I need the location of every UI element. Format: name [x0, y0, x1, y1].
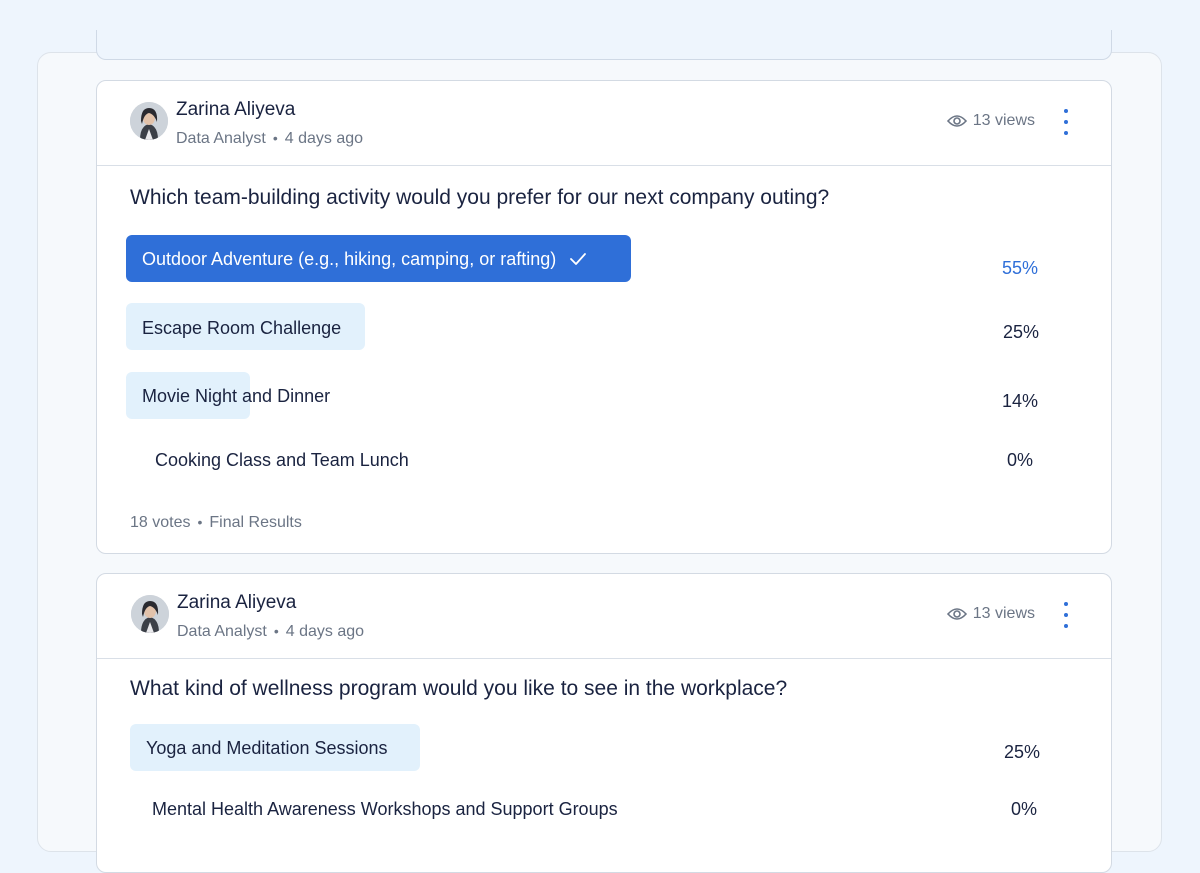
avatar-image — [131, 595, 169, 633]
separator-dot: • — [273, 623, 279, 639]
author-name[interactable]: Zarina Aliyeva — [177, 592, 296, 614]
author-role: Data Analyst — [176, 130, 266, 147]
option-percent: 14% — [1002, 391, 1039, 411]
poll-footer: 18 votes • Final Results — [130, 514, 302, 532]
poll-card-header: Zarina Aliyeva Data Analyst • 4 days ago 1… — [97, 574, 1111, 659]
avatar-image — [130, 102, 168, 140]
option-percent: 0% — [1011, 799, 1038, 819]
kebab-menu-icon[interactable] — [1059, 109, 1073, 135]
checkmark-icon — [570, 253, 587, 265]
view-count: 13 views — [946, 112, 1035, 130]
poll-option-label: Escape Room Challenge — [142, 318, 342, 338]
poll-status: Final Results — [209, 514, 302, 531]
poll-question: What kind of wellness program would you … — [130, 677, 788, 700]
option-percent: 25% — [1003, 322, 1040, 342]
view-count: 13 views — [946, 605, 1035, 623]
eye-icon — [946, 115, 967, 127]
separator-dot: • — [197, 514, 203, 530]
avatar[interactable] — [130, 102, 168, 140]
view-count-label: 13 views — [972, 112, 1035, 129]
post-meta: Data Analyst • 4 days ago — [176, 130, 363, 148]
kebab-menu-icon[interactable] — [1059, 602, 1073, 628]
view-count-label: 13 views — [972, 605, 1035, 622]
author-name[interactable]: Zarina Aliyeva — [176, 99, 295, 121]
poll-option-label: Outdoor Adventure (e.g., hiking, camping… — [142, 249, 587, 270]
vote-count: 18 votes — [130, 514, 191, 531]
previous-poll-card — [96, 30, 1112, 60]
poll-option-label: Yoga and Meditation Sessions — [146, 738, 388, 758]
poll-card: Zarina Aliyeva Data Analyst • 4 days ago 1… — [96, 80, 1112, 554]
separator-dot: • — [272, 130, 278, 146]
option-percent: 0% — [1007, 450, 1034, 470]
poll-option-label: Movie Night and Dinner — [142, 386, 331, 406]
poll-card-header: Zarina Aliyeva Data Analyst • 4 days ago 1… — [97, 81, 1111, 166]
eye-icon — [946, 608, 967, 620]
post-time: 4 days ago — [284, 130, 364, 147]
option-percent: 55% — [1002, 258, 1039, 278]
option-percent: 25% — [1004, 742, 1041, 762]
poll-card: Zarina Aliyeva Data Analyst • 4 days ago 1… — [96, 573, 1112, 873]
author-role: Data Analyst — [177, 623, 267, 640]
poll-option-label[interactable]: Mental Health Awareness Workshops and Su… — [152, 799, 618, 820]
avatar[interactable] — [131, 595, 169, 633]
post-meta: Data Analyst • 4 days ago — [177, 623, 364, 641]
poll-option-label[interactable]: Cooking Class and Team Lunch — [155, 450, 409, 471]
post-time: 4 days ago — [285, 623, 365, 640]
poll-question: Which team-building activity would you p… — [130, 186, 830, 209]
